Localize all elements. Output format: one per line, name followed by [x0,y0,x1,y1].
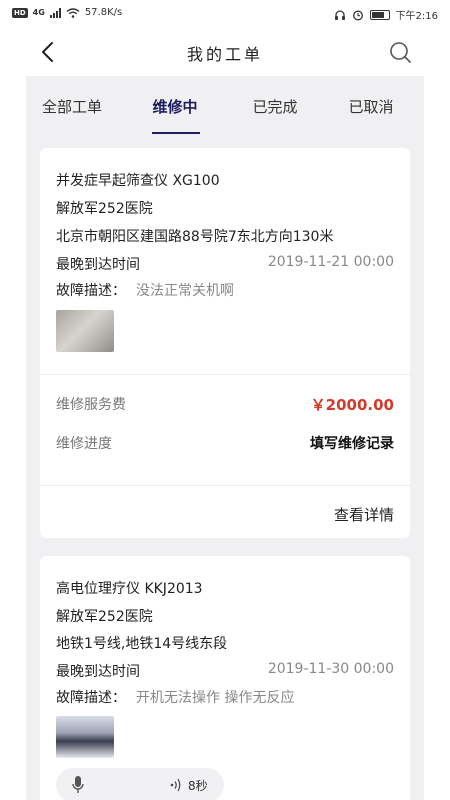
fault-description: 开机无法操作 操作无反应 [136,690,295,706]
nav-bar: 我的工单 [0,28,450,76]
arrival-label: 最晚到达时间 [56,664,140,680]
fee-value: ￥2000.00 [310,396,394,414]
tab-cancelled[interactable]: 已取消 [344,96,398,136]
order-card[interactable]: 并发症早起筛查仪 XG100 解放军252医院 北京市朝阳区建国路88号院7东北… [40,148,410,538]
wifi-icon [66,7,80,18]
device-name: 并发症早起筛查仪 XG100 [56,173,220,189]
tab-in-repair[interactable]: 维修中 [148,96,202,136]
page-title: 我的工单 [186,45,263,64]
device-name: 高电位理疗仪 KKJ2013 [56,581,203,597]
fee-label: 维修服务费 [56,397,126,413]
order-card[interactable]: 高电位理疗仪 KKJ2013 解放军252医院 地铁1号线,地铁14号线东段 最… [40,556,410,800]
fault-label: 故障描述： [56,690,126,706]
hospital-name: 解放军252医院 [56,201,153,217]
arrival-time: 2019-11-30 00:00 [267,661,394,677]
arrival-label: 最晚到达时间 [56,257,140,273]
search-icon[interactable] [388,40,412,64]
network-speed: 57.8K/s [84,7,123,18]
tab-all-orders[interactable]: 全部工单 [40,96,104,136]
signal-icon [49,7,61,18]
voice-message[interactable]: 8秒 [56,768,224,800]
fault-label: 故障描述： [56,283,126,299]
battery-icon [369,9,390,20]
tab-completed[interactable]: 已完成 [248,96,302,136]
hospital-name: 解放军252医院 [56,609,153,625]
voice-wave-icon [170,778,181,792]
headphone-icon [334,9,345,20]
status-bar: HD 4G 57.8K/s 下午2:16 [0,0,450,28]
tab-bar: 全部工单 维修中 已完成 已取消 [26,96,424,136]
voice-duration: 8秒 [188,779,208,793]
address: 地铁1号线,地铁14号线东段 [56,636,228,652]
microphone-icon [72,776,84,793]
divider [40,374,410,375]
alarm-icon [352,10,363,20]
address: 北京市朝阳区建国路88号院7东北方向130米 [56,229,334,245]
divider [40,485,410,486]
fault-description: 没法正常关机啊 [136,283,234,299]
view-details-button[interactable]: 查看详情 [334,504,394,525]
fault-photo-thumbnail[interactable] [56,716,114,758]
hd-icon: HD [12,7,28,18]
fill-repair-record-button[interactable]: 填写维修记录 [310,433,394,453]
clock-time: 下午2:16 [395,11,438,22]
network-label: 4G [32,8,45,17]
arrival-time: 2019-11-21 00:00 [267,254,394,270]
progress-label: 维修进度 [56,436,112,452]
fault-photo-thumbnail[interactable] [56,310,114,352]
active-tab-indicator [152,132,200,134]
